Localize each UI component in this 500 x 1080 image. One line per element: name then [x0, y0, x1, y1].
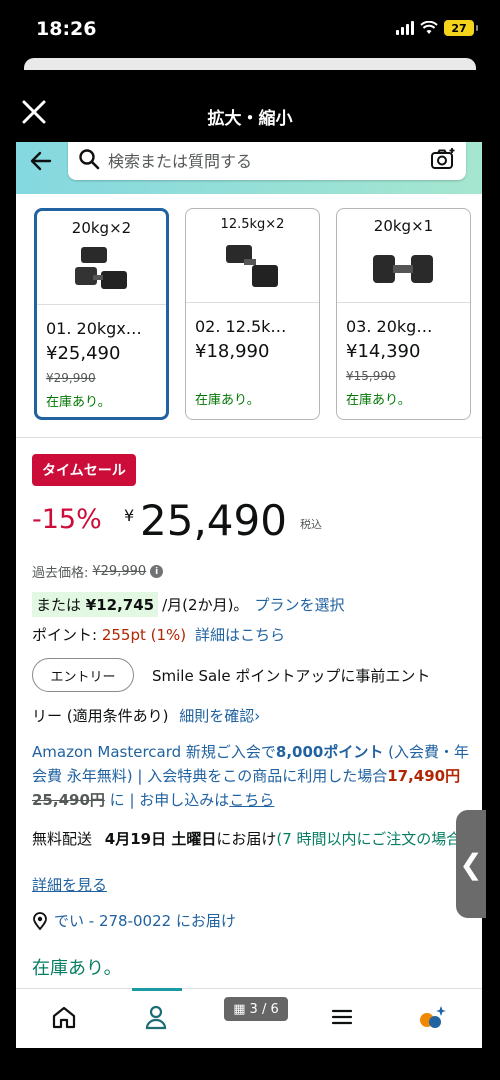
battery-icon: 27	[444, 20, 478, 36]
variant-caption: 20kg×2	[71, 219, 132, 237]
variant-price: ¥18,990	[195, 341, 270, 362]
location-pin-icon	[33, 911, 47, 930]
variant-name: 02. 12.5k…	[195, 317, 287, 336]
info-icon[interactable]: i	[150, 565, 164, 578]
delivery-suffix: にお届け	[216, 830, 277, 848]
back-arrow-icon[interactable]	[28, 148, 54, 174]
smile-sale-text: Smile Sale ポイントアップに事前エント	[152, 667, 431, 685]
home-indicator-area	[0, 1048, 500, 1080]
status-bar: 18:26 27	[0, 0, 500, 58]
mc-new-price: 17,490円	[387, 767, 461, 785]
variant-stock: 在庫あり。	[346, 393, 411, 408]
installment-highlight: または ¥12,745	[32, 592, 159, 617]
variant-list-price: ¥29,990	[46, 371, 96, 385]
variant-caption: 12.5kg×2	[220, 217, 285, 232]
points-row: ポイント: 255pt (1%) 詳細はこちら	[32, 624, 285, 645]
installment-amount: ¥12,745	[85, 596, 155, 614]
zoom-title: 拡大・縮小	[207, 109, 293, 129]
currency-symbol: ¥	[124, 506, 135, 525]
points-label: ポイント:	[32, 626, 98, 644]
page-indicator-text: 3 / 6	[249, 1001, 279, 1017]
rules-link[interactable]: 細則を確認›	[179, 707, 260, 725]
mc-points: 8,000ポイント	[275, 743, 384, 761]
status-icons: 27	[396, 20, 478, 36]
sale-price: 25,490	[140, 496, 287, 545]
delivery-info: 無料配送 4月19日 土曜日にお届け(7 時間以内にご注文の場合)	[32, 827, 472, 851]
select-plan-link[interactable]: プランを選択	[254, 594, 344, 615]
wifi-icon	[420, 21, 438, 34]
nav-active-indicator	[132, 988, 182, 991]
mastercard-promo[interactable]: Amazon Mastercard 新規ご入会で8,000ポイント (入会費・年…	[32, 740, 472, 812]
mc-apply-link[interactable]: こちら	[229, 791, 274, 809]
grid-icon: ▦	[233, 1001, 246, 1017]
product-page[interactable]: 検索または質問する 20kg×2 01. 20kgx… ¥25,490 ¥29,…	[16, 142, 482, 988]
side-collapse-tab[interactable]: ❮	[456, 810, 486, 918]
mc-text-a: Amazon Mastercard 新規ご入会で	[32, 743, 276, 761]
variant-card-1[interactable]: 20kg×2 01. 20kgx… ¥25,490 ¥29,990 在庫あり。	[34, 208, 169, 420]
delivery-date: 4月19日 土曜日	[104, 830, 217, 848]
location-text: でい - 278-0022 にお届け	[54, 912, 236, 930]
search-header: 検索または質問する	[16, 142, 482, 194]
search-input[interactable]: 検索または質問する	[68, 142, 466, 180]
variant-stock: 在庫あり。	[195, 393, 260, 408]
search-icon	[79, 149, 100, 170]
delivery-window: (7 時間以内にご注文の場合)	[276, 830, 468, 848]
bottom-nav: ▦ 3 / 6	[16, 988, 482, 1048]
variant-image: 20kg×1	[337, 209, 470, 303]
variant-name: 03. 20kg…	[346, 317, 433, 336]
points-details-link[interactable]: 詳細はこちら	[195, 626, 285, 644]
variant-name: 01. 20kgx…	[46, 319, 142, 338]
variant-list-price: ¥15,990	[346, 369, 396, 383]
variant-caption: 20kg×1	[373, 217, 434, 235]
variant-stock: 在庫あり。	[46, 395, 111, 410]
variant-image: 12.5kg×2	[186, 209, 319, 303]
menu-icon[interactable]	[326, 1003, 358, 1031]
status-time: 18:26	[36, 18, 97, 40]
signal-icon	[396, 21, 414, 35]
delivery-details-link[interactable]: 詳細を見る	[32, 874, 107, 895]
variant-card-2[interactable]: 12.5kg×2 02. 12.5k… ¥18,990 在庫あり。	[185, 208, 320, 420]
smile-sale-text-cont: リー (適用条件あり) 細則を確認›	[32, 705, 260, 726]
account-icon[interactable]	[140, 1003, 172, 1031]
deal-badge: タイムセール	[32, 454, 136, 486]
dumbbell-icon	[75, 247, 127, 289]
entry-button[interactable]: エントリー	[32, 658, 134, 692]
smile-sale-conditions: リー (適用条件あり)	[32, 707, 169, 725]
assistant-icon[interactable]	[416, 1003, 448, 1031]
zoom-header: 拡大・縮小	[0, 70, 500, 142]
installment-prefix: または	[36, 596, 82, 614]
tax-label: 税込	[300, 518, 322, 531]
home-icon[interactable]	[48, 1003, 80, 1031]
variant-card-3[interactable]: 20kg×1 03. 20kg… ¥14,390 ¥15,990 在庫あり。	[336, 208, 471, 420]
discount-percent: -15%	[32, 504, 102, 535]
search-placeholder: 検索または質問する	[108, 152, 253, 171]
chevron-left-icon: ❮	[459, 847, 483, 881]
stock-status: 在庫あり。	[32, 958, 122, 979]
past-price-label: 過去価格:	[32, 566, 89, 581]
mc-text-c: に | お申し込みは	[109, 791, 230, 809]
installment-row: または ¥12,745 /月(2か月)。 プランを選択	[32, 592, 344, 617]
past-price: 過去価格: ¥29,990 i	[32, 562, 164, 581]
dumbbell-icon	[226, 245, 278, 287]
page-indicator: ▦ 3 / 6	[224, 997, 288, 1021]
sheet-grabber	[24, 58, 476, 70]
variant-selector: 20kg×2 01. 20kgx… ¥25,490 ¥29,990 在庫あり。 …	[16, 208, 482, 420]
free-shipping: 無料配送	[32, 830, 93, 848]
camera-icon[interactable]	[430, 147, 456, 171]
past-price-value: ¥29,990	[92, 564, 147, 579]
delivery-location[interactable]: でい - 278-0022 にお届け	[32, 910, 236, 931]
points-value: 255pt (1%)	[101, 626, 187, 644]
variant-image: 20kg×2	[37, 211, 166, 305]
installment-suffix: /月(2か月)。	[162, 596, 249, 614]
dumbbell-icon	[373, 255, 433, 283]
divider	[16, 437, 482, 438]
variant-price: ¥14,390	[346, 341, 421, 362]
mc-old-price: 25,490円	[32, 791, 105, 809]
variant-price: ¥25,490	[46, 343, 121, 364]
